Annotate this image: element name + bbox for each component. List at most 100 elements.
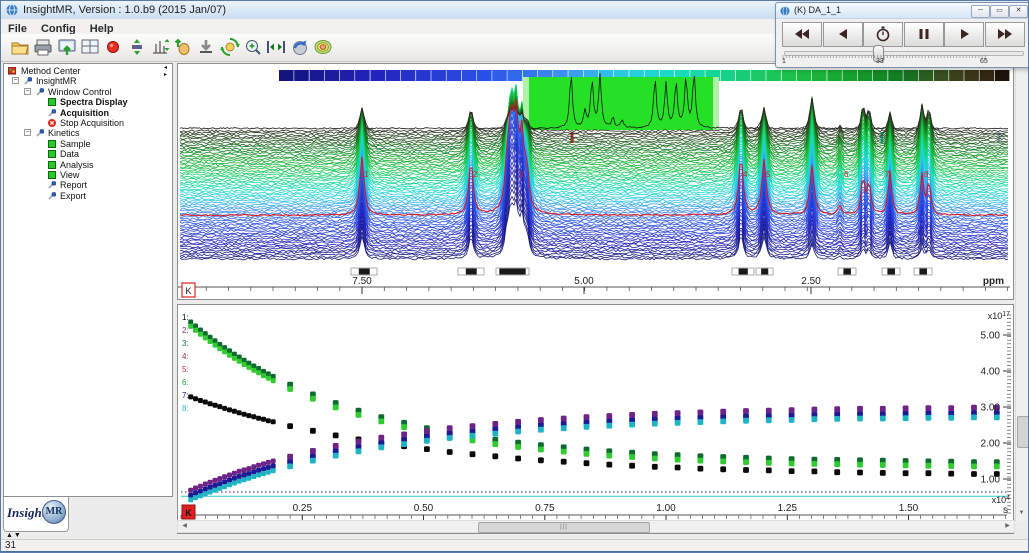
tree-item-method-center[interactable]: Method Center [4,66,172,76]
peak-label-7: 7 [885,170,890,179]
undo-button[interactable] [290,37,312,58]
tree-item-kinetics[interactable]: −Kinetics [4,128,172,138]
window-tiles-icon [80,37,100,57]
step-back-button[interactable] [823,22,863,47]
kinetics-plot-panel[interactable]: 1:2:3:4:5:6:7:8:0.250.500.751.001.251.50… [177,304,1014,534]
record-icon [103,37,123,57]
slider-max-label: 65 [980,58,988,65]
tree-item-label: Sample [60,139,91,149]
window-title: InsightMR, Version : 1.0.b9 (2015 Jan/07… [23,1,226,19]
arrow-down-button[interactable] [196,37,218,58]
tree-item-analysis[interactable]: Analysis [4,160,172,170]
tree-item-data[interactable]: Data [4,149,172,159]
wrench-icon [48,192,56,200]
wrench-icon [48,109,56,117]
player-title-bar[interactable]: (K) DA_1_1 ─ ▭ ✕ [776,3,1029,19]
tree-collapse-icon[interactable]: − [24,129,31,136]
restore-button[interactable]: ▭ [990,5,1009,18]
intensity-tick-label: 1.00 [981,475,1001,486]
y-scale-label: x1017 [988,311,1010,322]
slider-current-label: 33 [876,58,884,65]
zoom-in-button[interactable] [243,37,265,58]
ppm-tick-label: 5.00 [574,276,594,287]
print-button[interactable] [33,37,55,58]
tree-item-stop-acquisition[interactable]: Stop Acquisition [4,118,172,128]
pause-button[interactable] [904,22,944,47]
tree-item-sample[interactable]: Sample [4,139,172,149]
tree-item-label: Acquisition [60,108,109,118]
x-unit-label: s [1003,505,1008,516]
horizontal-scrollbar-thumb[interactable]: ||| [478,522,650,533]
intensity-tick-label: 3.00 [981,403,1001,414]
legend-entry-8: 8: [182,404,189,413]
vertical-scrollbar-thumb[interactable] [1017,416,1029,448]
tree-item-report[interactable]: Report [4,180,172,190]
x-scale-label: x104 [992,495,1011,506]
contour-map-button[interactable] [313,37,335,58]
tree-collapse-icon[interactable]: − [24,88,31,95]
green-icon [48,171,56,179]
timer-icon [874,25,892,43]
fast-forward-button[interactable] [985,22,1025,47]
stop-icon [48,119,56,127]
open-folder-button[interactable] [10,37,32,58]
logo-mr-ball: MR [42,500,66,524]
time-tick-label: 1.50 [899,503,919,514]
window-tiles-button[interactable] [80,37,102,58]
timer-button[interactable] [863,22,903,47]
fit-height-icon [127,37,147,57]
tree-item-label: Window Control [48,87,112,97]
insightmr-logo-tab[interactable]: Insight MR [3,497,69,532]
tree-item-spectra-display[interactable]: Spectra Display [4,97,172,107]
scale-peaks-button[interactable] [150,37,172,58]
legend-entry-7: 7: [182,391,189,400]
tree-item-acquisition[interactable]: Acquisition [4,108,172,118]
tree-item-label: Stop Acquisition [60,118,124,128]
time-tick-label: 1.00 [656,503,676,514]
peak-label-3: 3 [519,170,524,179]
arrow-down-icon [196,37,216,57]
grab-up-icon [173,37,193,57]
grab-up-button[interactable] [173,37,195,58]
scroll-left-icon[interactable]: ◀ [178,521,191,532]
legend-entry-5: 5: [182,365,189,374]
tree-item-window-control[interactable]: − Window Control [4,87,172,97]
rewind-button[interactable] [782,22,822,47]
rotate-refresh-icon [220,37,240,57]
tree-collapse-icon[interactable]: − [12,77,19,84]
green-icon [48,140,56,148]
contour-map-icon [313,37,333,57]
tree-item-label: Analysis [60,160,94,170]
splitter-collapse-icon[interactable]: ◂▸ [164,65,167,79]
tree-item-insightmr[interactable]: −InsightMR [4,76,172,86]
intensity-tick-label: 2.00 [981,439,1001,450]
logo-text: Insight [7,505,45,521]
spectra-display-panel[interactable]: 123456787.505.002.50ppmK [177,63,1014,300]
fit-height-button[interactable] [127,37,149,58]
tree-item-label: Export [60,191,86,201]
minimize-button[interactable]: ─ [971,5,990,18]
fast-forward-icon [996,25,1014,43]
rotate-refresh-button[interactable] [220,37,242,58]
tree-scroll-arrows-icon[interactable]: ▲▼ [6,532,22,539]
spectra-waterfall-plot[interactable]: 123456787.505.002.50ppmK [178,64,1013,299]
horizontal-scrollbar[interactable]: ◀ ||| ▶ [177,520,1015,533]
scroll-down-icon[interactable]: ▼ [1016,506,1027,520]
scroll-right-icon[interactable]: ▶ [1001,521,1014,532]
method-icon [8,67,16,75]
open-folder-icon [10,37,30,57]
extend-width-button[interactable] [266,37,288,58]
undo-icon [290,37,310,57]
tree-item-view[interactable]: View [4,170,172,180]
player-float-window[interactable]: (K) DA_1_1 ─ ▭ ✕ 1 33 65 [775,2,1029,68]
insightmr-main-window: InsightMR, Version : 1.0.b9 (2015 Jan/07… [0,0,1029,553]
time-tick-label: 1.25 [778,503,798,514]
close-button[interactable]: ✕ [1009,5,1028,18]
vertical-scrollbar[interactable]: ▼ [1015,63,1029,521]
play-button[interactable] [944,22,984,47]
tree-item-export[interactable]: Export [4,191,172,201]
record-button[interactable] [103,37,125,58]
export-display-button[interactable] [57,37,79,58]
kinetics-scatter-plot[interactable]: 1:2:3:4:5:6:7:8:0.250.500.751.001.251.50… [178,305,1013,533]
wrench-icon [24,77,32,85]
